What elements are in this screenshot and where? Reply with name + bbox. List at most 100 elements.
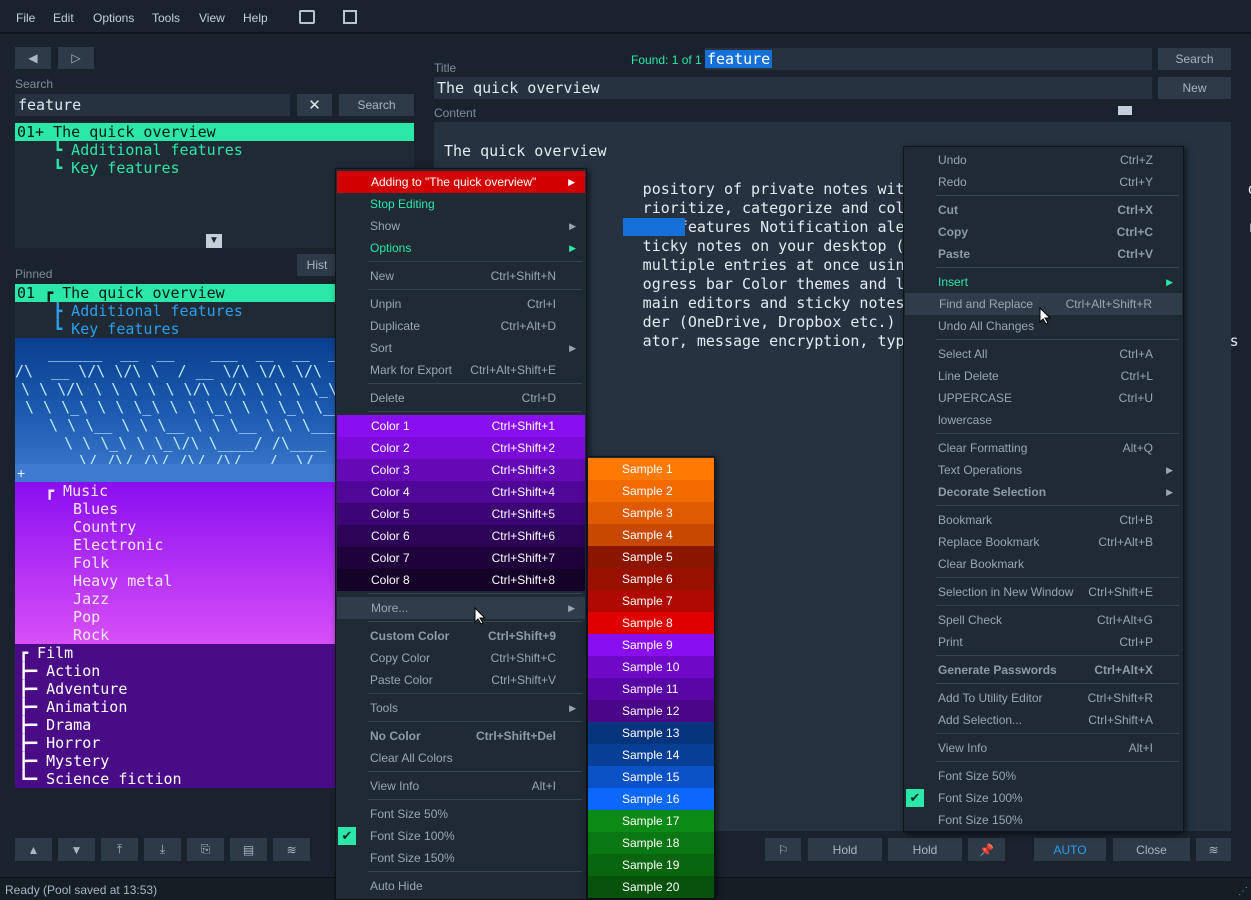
color-sample-item[interactable]: Sample 8 xyxy=(588,612,714,634)
category-item[interactable]: ┣━ Drama xyxy=(15,716,335,734)
menu-item[interactable]: View Info Alt+I xyxy=(336,775,586,797)
color-sample-item[interactable]: Sample 15 xyxy=(588,766,714,788)
clear-search-button[interactable]: ✕ xyxy=(297,94,332,116)
find-input[interactable]: feature xyxy=(705,48,1152,70)
menu-item[interactable]: lowercase xyxy=(904,409,1183,431)
color-sample-item[interactable]: Sample 6 xyxy=(588,568,714,590)
close-button[interactable]: Close xyxy=(1113,838,1190,861)
menu-help[interactable]: Help xyxy=(243,11,268,25)
new-button[interactable]: New xyxy=(1158,77,1231,99)
menu-item[interactable]: Font Size 100% ✔ xyxy=(336,825,586,847)
search-button[interactable]: Search xyxy=(339,94,414,116)
pin-button[interactable]: 📌 xyxy=(968,838,1005,861)
menu-item[interactable]: Font Size 50% xyxy=(336,803,586,825)
menu-item[interactable]: Font Size 150% xyxy=(336,847,586,869)
move-top-button[interactable]: ⤒ xyxy=(101,838,138,861)
menu-item[interactable]: Add To Utility Editor Ctrl+Shift+R xyxy=(904,687,1183,709)
scroll-down-icon[interactable]: ▼ xyxy=(206,234,222,248)
color-sample-item[interactable]: Sample 13 xyxy=(588,722,714,744)
menu-item[interactable]: Color 5 Ctrl+Shift+5 xyxy=(337,503,585,525)
color-sample-item[interactable]: Sample 17 xyxy=(588,810,714,832)
menu-item[interactable]: Undo Ctrl+Z xyxy=(904,149,1183,171)
menu-item[interactable]: Color 1 Ctrl+Shift+1 xyxy=(337,415,585,437)
menu-item[interactable]: Copy Color Ctrl+Shift+C xyxy=(336,647,586,669)
move-bottom-button[interactable]: ⤓ xyxy=(144,838,181,861)
add-plus[interactable]: + xyxy=(15,464,335,482)
find-search-button[interactable]: Search xyxy=(1158,48,1231,70)
menu-item[interactable]: Clear Bookmark xyxy=(904,553,1183,575)
move-down-button[interactable]: ▼ xyxy=(58,838,95,861)
result-item[interactable]: 01+ The quick overview xyxy=(15,123,414,141)
category-item[interactable]: Heavy metal xyxy=(15,572,335,590)
menu-item[interactable]: Line Delete Ctrl+L xyxy=(904,365,1183,387)
menu-item[interactable]: Paste Color Ctrl+Shift+V xyxy=(336,669,586,691)
menu-item[interactable]: Bookmark Ctrl+B xyxy=(904,509,1183,531)
menu-item[interactable]: More... ▶ xyxy=(337,597,585,619)
move-up-button[interactable]: ▲ xyxy=(15,838,52,861)
sleep-editor-button[interactable]: ≋ xyxy=(1196,838,1231,861)
color-sample-item[interactable]: Sample 7 xyxy=(588,590,714,612)
menu-item[interactable]: Auto Hide xyxy=(336,875,586,897)
back-button[interactable]: ◀ xyxy=(15,47,51,69)
menu-item[interactable]: Replace Bookmark Ctrl+Alt+B xyxy=(904,531,1183,553)
menu-item[interactable]: Insert ▶ xyxy=(904,271,1183,293)
color-sample-item[interactable]: Sample 18 xyxy=(588,832,714,854)
color-sample-item[interactable]: Sample 14 xyxy=(588,744,714,766)
pinned-item[interactable]: ┗ Key features xyxy=(15,320,335,338)
menu-tools[interactable]: Tools xyxy=(152,11,180,25)
export-button[interactable]: ⎘ xyxy=(187,838,224,861)
category-item[interactable]: Folk xyxy=(15,554,335,572)
hold-button[interactable]: Hold xyxy=(808,838,882,861)
category-item[interactable]: Blues xyxy=(15,500,335,518)
notes-button[interactable]: ▤ xyxy=(230,838,267,861)
history-button[interactable]: Hist xyxy=(297,254,337,276)
category-item[interactable]: Electronic xyxy=(15,536,335,554)
menu-item[interactable]: Stop Editing xyxy=(336,193,586,215)
menu-item[interactable]: Custom Color Ctrl+Shift+9 xyxy=(336,625,586,647)
category-item[interactable]: ┣━ Horror xyxy=(15,734,335,752)
menu-item[interactable]: Color 7 Ctrl+Shift+7 xyxy=(337,547,585,569)
color-sample-item[interactable]: Sample 5 xyxy=(588,546,714,568)
pinned-item[interactable]: ┣ Additional features xyxy=(15,302,335,320)
menu-item[interactable]: Generate Passwords Ctrl+Alt+X xyxy=(904,659,1183,681)
menu-item[interactable]: Paste Ctrl+V xyxy=(904,243,1183,265)
result-item[interactable]: ┗ Additional features xyxy=(15,141,414,159)
forward-button[interactable]: ▷ xyxy=(58,47,94,69)
menu-item[interactable]: Sort ▶ xyxy=(336,337,586,359)
color-sample-item[interactable]: Sample 10 xyxy=(588,656,714,678)
category-item[interactable]: ┣━ Adventure xyxy=(15,680,335,698)
menu-item[interactable]: Font Size 150% xyxy=(904,809,1183,831)
menu-item[interactable]: Delete Ctrl+D xyxy=(336,387,586,409)
category-item[interactable]: ┗━ Science fiction xyxy=(15,770,335,788)
menu-item[interactable]: Tools ▶ xyxy=(336,697,586,719)
menu-item[interactable]: Text Operations ▶ xyxy=(904,459,1183,481)
menu-item[interactable]: Color 6 Ctrl+Shift+6 xyxy=(337,525,585,547)
menu-edit[interactable]: Edit xyxy=(53,11,74,25)
category-item[interactable]: ┣━ Mystery xyxy=(15,752,335,770)
menu-item[interactable]: Unpin Ctrl+I xyxy=(336,293,586,315)
color-sample-item[interactable]: Sample 1 xyxy=(588,458,714,480)
menu-item[interactable]: Options ▶ xyxy=(336,237,586,259)
menu-view[interactable]: View xyxy=(199,11,225,25)
menu-item[interactable]: Adding to "The quick overview" ▶ xyxy=(337,171,585,193)
menu-options[interactable]: Options xyxy=(93,11,134,25)
menu-item[interactable]: Copy Ctrl+C xyxy=(904,221,1183,243)
category-item[interactable]: Jazz xyxy=(15,590,335,608)
menu-item[interactable]: No Color Ctrl+Shift+Del xyxy=(336,725,586,747)
color-sample-item[interactable]: Sample 20 xyxy=(588,876,714,898)
color-sample-item[interactable]: Sample 9 xyxy=(588,634,714,656)
bookmark-button[interactable]: ⚐ xyxy=(765,838,801,861)
title-input[interactable]: The quick overview xyxy=(434,77,1152,99)
keyboard-icon[interactable] xyxy=(1118,106,1132,115)
menu-item[interactable]: Font Size 100% ✔ xyxy=(904,787,1183,809)
menu-item[interactable]: New Ctrl+Shift+N xyxy=(336,265,586,287)
menu-item[interactable]: Show ▶ xyxy=(336,215,586,237)
menu-item[interactable]: Font Size 50% xyxy=(904,765,1183,787)
color-sample-item[interactable]: Sample 11 xyxy=(588,678,714,700)
color-sample-item[interactable]: Sample 2 xyxy=(588,480,714,502)
menu-file[interactable]: File xyxy=(16,11,35,25)
category-item[interactable]: Rock xyxy=(15,626,335,644)
category-item[interactable]: ┏ Music xyxy=(15,482,335,500)
menu-item[interactable]: UPPERCASE Ctrl+U xyxy=(904,387,1183,409)
pinned-item[interactable]: 01 ┏ The quick overview xyxy=(15,284,335,302)
